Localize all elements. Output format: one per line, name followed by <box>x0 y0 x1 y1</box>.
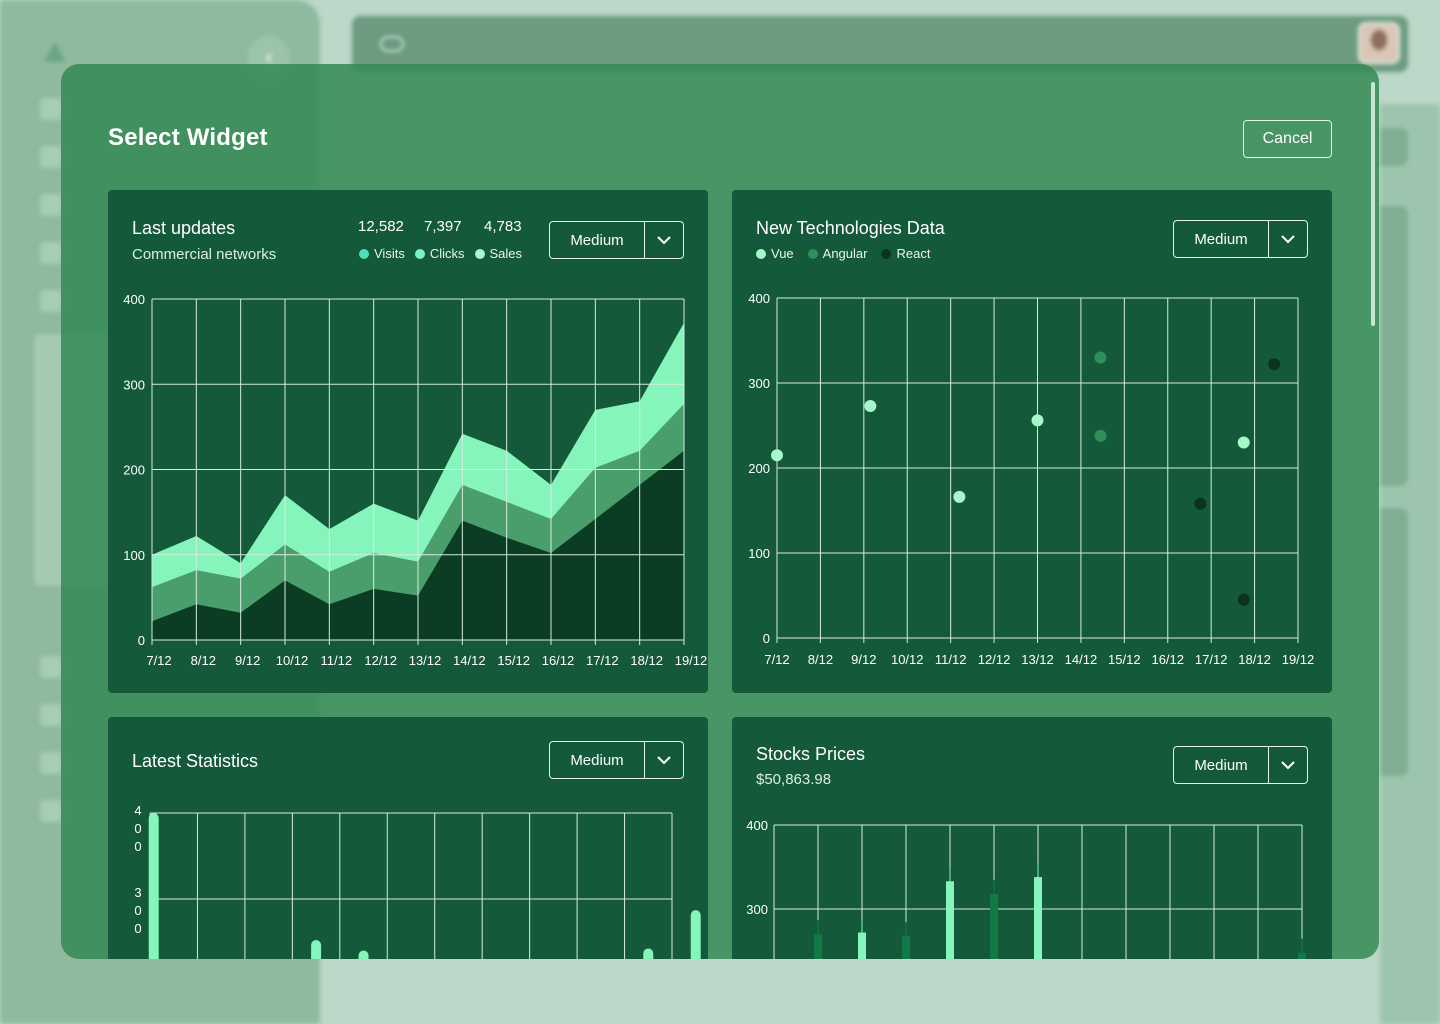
y-tick-label: 0 <box>138 633 145 648</box>
modal-scrollbar[interactable] <box>1371 82 1375 326</box>
widget-stocks-prices[interactable]: Stocks Prices $50,863.98 Medium 400 300 <box>732 717 1332 959</box>
scatter-point-angular <box>1094 429 1107 442</box>
bar <box>311 940 322 959</box>
candle-body-up <box>858 932 866 959</box>
x-tick-label: 17/12 <box>1195 652 1228 667</box>
nav-icon <box>40 704 62 726</box>
y-tick-label: 0 <box>134 821 141 836</box>
candle-body-down <box>814 934 822 959</box>
background-button <box>1380 128 1408 166</box>
widget-latest-statistics[interactable]: Latest Statistics Medium 400300 <box>108 717 708 959</box>
toggle-icon <box>380 36 404 52</box>
y-tick-label: 200 <box>123 463 145 478</box>
x-tick-label: 10/12 <box>891 652 924 667</box>
scatter-point-vue <box>953 490 966 503</box>
widget-last-updates[interactable]: Last updates Commercial networks 12,582 … <box>108 190 708 693</box>
y-tick-label: 400 <box>748 291 770 306</box>
x-tick-label: 12/12 <box>364 653 397 668</box>
bar-chart: 4 0 0 3 0 0 <box>134 803 701 959</box>
x-tick-label: 9/12 <box>235 653 260 668</box>
y-tick-label: 300 <box>746 902 768 917</box>
cancel-button[interactable]: Cancel <box>1243 120 1332 158</box>
scatter-point-vue <box>864 399 877 412</box>
bar <box>358 950 369 959</box>
scatter-chart: 0 100 200 300 400 7/12 8/12 9/12 10/12 11/12 12/12… <box>748 291 1315 667</box>
nav-icon <box>40 98 62 120</box>
scatter-point-vue <box>1237 436 1250 449</box>
x-tick-label: 18/12 <box>1238 652 1271 667</box>
y-tick-label: 400 <box>123 292 145 307</box>
widget-new-technologies[interactable]: New Technologies Data Vue Angular React … <box>732 190 1332 693</box>
x-tick-label: 16/12 <box>1151 652 1184 667</box>
x-tick-label: 17/12 <box>586 653 619 668</box>
x-tick-label: 14/12 <box>1065 652 1098 667</box>
avatar <box>1358 22 1400 64</box>
bar <box>690 910 701 959</box>
y-tick-label: 0 <box>134 903 141 918</box>
nav-icon <box>40 290 62 312</box>
nav-icon <box>40 194 62 216</box>
candle-body-down <box>902 935 910 959</box>
scatter-point-react <box>1237 593 1250 606</box>
y-tick-label: 300 <box>748 376 770 391</box>
select-widget-modal: Select Widget Cancel Last updates Commer… <box>61 64 1379 959</box>
logo-icon <box>44 42 66 62</box>
x-tick-label: 18/12 <box>630 653 663 668</box>
bar <box>148 813 159 959</box>
x-tick-label: 7/12 <box>146 653 171 668</box>
candlestick-chart: 400 300 <box>746 818 1306 959</box>
area-chart: 0 100 200 300 400 7/12 8/12 9/12 10/12 11/12 12/12… <box>123 292 708 668</box>
y-tick-label: 0 <box>763 631 770 646</box>
x-tick-label: 13/12 <box>409 653 442 668</box>
y-tick-label: 400 <box>746 818 768 833</box>
scatter-point-vue <box>771 449 783 462</box>
modal-title: Select Widget <box>108 124 268 151</box>
x-tick-label: 12/12 <box>978 652 1011 667</box>
candle-body-up <box>946 881 954 959</box>
x-tick-label: 15/12 <box>497 653 530 668</box>
nav-icon <box>40 242 62 264</box>
scatter-point-react <box>1268 358 1281 371</box>
x-tick-label: 10/12 <box>276 653 309 668</box>
x-tick-label: 15/12 <box>1108 652 1141 667</box>
y-tick-label: 0 <box>134 921 141 936</box>
x-tick-label: 14/12 <box>453 653 486 668</box>
x-tick-label: 8/12 <box>808 652 833 667</box>
scatter-point-angular <box>1094 351 1107 364</box>
x-tick-label: 9/12 <box>851 652 876 667</box>
scatter-point-react <box>1194 497 1207 510</box>
x-tick-label: 19/12 <box>675 653 708 668</box>
background-card <box>1380 508 1408 776</box>
x-tick-label: 8/12 <box>191 653 216 668</box>
nav-icon <box>40 656 62 678</box>
nav-icon <box>40 752 62 774</box>
x-tick-label: 19/12 <box>1282 652 1315 667</box>
candle-body-up <box>1034 877 1042 959</box>
y-tick-label: 4 <box>134 803 141 818</box>
x-tick-label: 16/12 <box>542 653 575 668</box>
x-tick-label: 11/12 <box>321 653 353 668</box>
background-card <box>1380 206 1408 486</box>
y-tick-label: 3 <box>134 885 141 900</box>
scatter-point-vue <box>1031 414 1044 427</box>
bar <box>643 948 654 959</box>
y-tick-label: 100 <box>748 546 770 561</box>
candle-body-down <box>990 893 998 959</box>
nav-icon <box>40 800 62 822</box>
y-tick-label: 300 <box>123 377 145 392</box>
x-tick-label: 7/12 <box>764 652 789 667</box>
y-tick-label: 0 <box>134 839 141 854</box>
y-tick-label: 200 <box>748 461 770 476</box>
x-tick-label: 13/12 <box>1021 652 1054 667</box>
candle-body-down <box>1298 952 1306 959</box>
x-tick-label: 11/12 <box>935 652 967 667</box>
y-tick-label: 100 <box>123 548 145 563</box>
nav-icon <box>40 146 62 168</box>
